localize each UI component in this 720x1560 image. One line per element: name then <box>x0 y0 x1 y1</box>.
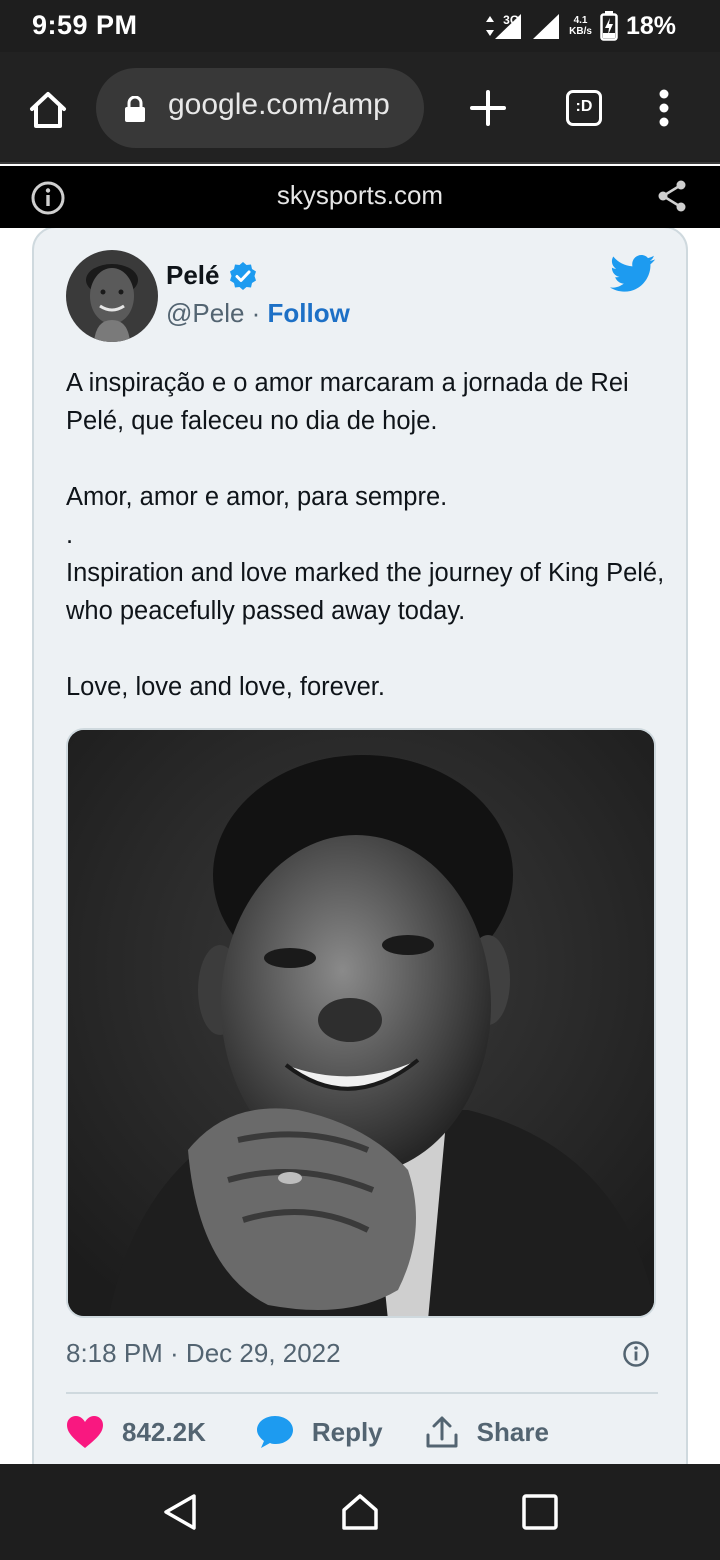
tweet-text: A inspiração e o amor marcaram a jornada… <box>66 369 665 701</box>
tweet-embed[interactable]: Pelé @Pele · Follow A inspiração e o amo… <box>32 228 688 1464</box>
status-bar: 9:59 PM 3G 4.1 KB/s 18% <box>0 0 720 52</box>
tweet-photo-portrait <box>68 730 654 1316</box>
network-speed-unit: KB/s <box>569 26 592 37</box>
tab-switcher-button[interactable]: :D <box>566 90 602 126</box>
share-label: Share <box>476 1416 549 1447</box>
tweet-photo[interactable] <box>66 728 656 1318</box>
follow-link[interactable]: Follow <box>268 298 350 328</box>
tweet-timestamp[interactable]: 8:18 PM · Dec 29, 2022 <box>66 1338 341 1369</box>
reply-button[interactable]: Reply <box>256 1414 383 1450</box>
heart-icon <box>67 1416 103 1448</box>
amp-domain[interactable]: skysports.com <box>0 180 720 211</box>
reply-bubble-icon <box>256 1416 293 1448</box>
signal-icon-2 <box>533 14 560 39</box>
share-tweet-button[interactable]: Share <box>425 1415 549 1449</box>
reply-label: Reply <box>311 1416 383 1447</box>
status-time: 9:59 PM <box>32 10 138 40</box>
battery-charging-icon <box>600 11 618 41</box>
tweet-actions: 842.2K Reply Share <box>66 1408 549 1456</box>
handle-row: @Pele · Follow <box>166 298 350 329</box>
new-tab-icon[interactable] <box>466 86 510 130</box>
verified-badge-icon <box>230 262 256 290</box>
share-icon[interactable] <box>654 178 690 214</box>
browser-toolbar: google.com/amp :D <box>0 52 720 164</box>
lock-icon <box>125 96 145 122</box>
more-menu-icon[interactable] <box>650 86 678 130</box>
url-text: google.com/amp <box>168 88 390 121</box>
like-button[interactable]: 842.2K <box>66 1415 206 1449</box>
network-speed: 4.1 KB/s <box>569 15 592 37</box>
address-bar[interactable]: google.com/amp <box>96 68 424 148</box>
avatar-portrait <box>66 250 158 342</box>
page-content: Pelé @Pele · Follow A inspiração e o amo… <box>0 228 720 1464</box>
divider <box>66 1392 658 1394</box>
back-icon[interactable] <box>160 1492 200 1532</box>
author-handle[interactable]: @Pele <box>166 298 244 328</box>
amp-header: skysports.com <box>0 166 720 228</box>
home-nav-icon[interactable] <box>340 1492 380 1532</box>
battery-percent: 18% <box>625 11 676 40</box>
author-name[interactable]: Pelé <box>166 260 220 291</box>
network-speed-value: 4.1 <box>573 15 588 26</box>
avatar[interactable] <box>66 250 158 342</box>
status-indicators: 3G 4.1 KB/s 18% <box>485 10 676 42</box>
handle-separator: · <box>244 298 268 328</box>
info-icon-small[interactable] <box>622 1340 650 1368</box>
like-count: 842.2K <box>122 1416 206 1447</box>
recents-icon[interactable] <box>522 1494 558 1530</box>
twitter-bird-icon[interactable] <box>610 254 656 294</box>
system-nav-bar <box>0 1464 720 1560</box>
network-type: 3G <box>503 13 520 27</box>
share-upload-icon <box>426 1416 458 1448</box>
home-icon[interactable] <box>26 88 70 132</box>
